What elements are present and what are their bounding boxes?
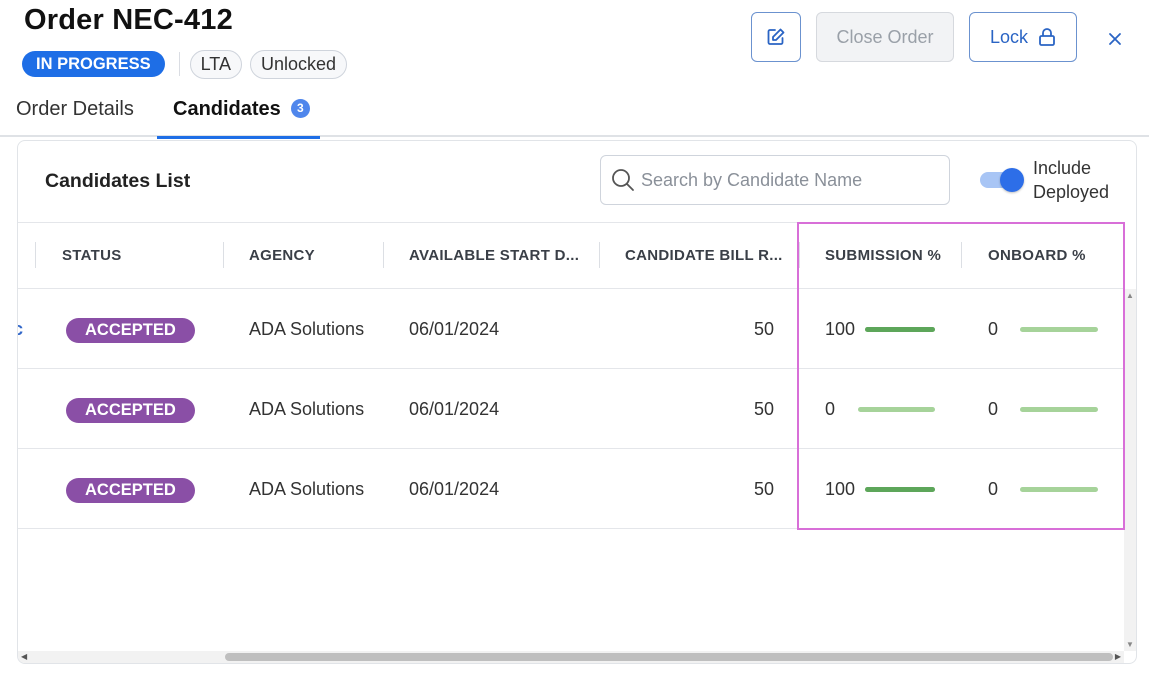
search-box[interactable] (600, 155, 950, 205)
submission-progress-bar (858, 407, 935, 412)
close-order-button[interactable]: Close Order (816, 12, 954, 62)
page-title: Order NEC-412 (24, 4, 233, 36)
onboard-value: 0 (988, 479, 999, 499)
candidate-name-link[interactable]: tuc (18, 289, 23, 369)
search-icon (612, 169, 634, 191)
lock-button[interactable]: Lock (969, 12, 1077, 62)
onboard-progress-bar (1020, 487, 1098, 492)
table-row[interactable]: tuc ACCEPTED ADA Solutions 06/01/2024 50… (18, 289, 1124, 369)
toggle-knob (1000, 168, 1024, 192)
tab-order-details[interactable]: Order Details (16, 98, 134, 121)
candidates-count-badge: 3 (290, 99, 310, 118)
submission-progress-fill (865, 487, 935, 492)
column-separator (223, 242, 224, 268)
status-cell: ACCEPTED (66, 449, 195, 529)
close-icon (1109, 33, 1121, 45)
column-separator (35, 242, 36, 268)
edit-icon (767, 28, 785, 45)
type-chip: LTA (189, 49, 242, 79)
bill-rate-cell: 50 (753, 399, 774, 419)
start-date-cell: 06/01/2024 (409, 399, 500, 419)
onboard-value: 0 (988, 399, 999, 419)
start-date-cell: 06/01/2024 (409, 319, 500, 339)
submission-progress-bar (865, 327, 935, 332)
agency-cell: ADA Solutions (249, 479, 365, 499)
order-badges: IN PROGRESS LTA Unlocked (22, 49, 355, 79)
close-button[interactable] (1102, 26, 1128, 52)
status-badge: IN PROGRESS (22, 51, 165, 77)
scroll-left-icon[interactable]: ◀ (21, 652, 27, 661)
include-deployed-label: Include Deployed (1033, 156, 1109, 204)
column-header-status[interactable]: STATUS (62, 223, 122, 289)
column-separator (961, 242, 962, 268)
column-header-bill-rate[interactable]: CANDIDATE BILL R... (625, 223, 783, 289)
table-header: STATUS AGENCY AVAILABLE START D... CANDI… (18, 222, 1124, 289)
onboard-value: 0 (988, 319, 999, 339)
column-header-onboard[interactable]: ONBOARD % (988, 223, 1086, 289)
submission-progress-fill (865, 327, 935, 332)
status-pill: ACCEPTED (66, 397, 195, 423)
table-row[interactable]: ACCEPTED ADA Solutions 06/01/2024 50 0 0 (18, 369, 1124, 449)
bill-rate-cell: 50 (753, 319, 774, 339)
edit-button[interactable] (751, 12, 801, 62)
column-separator (799, 242, 800, 268)
status-cell: ACCEPTED (66, 369, 195, 449)
column-header-start-date[interactable]: AVAILABLE START D... (409, 223, 579, 289)
toggle-label-line-1: Include (1033, 158, 1092, 178)
agency-cell: ADA Solutions (249, 399, 365, 419)
lock-icon (1039, 28, 1055, 46)
column-separator (383, 242, 384, 268)
column-header-agency[interactable]: AGENCY (249, 223, 315, 289)
bill-rate-cell: 50 (753, 479, 774, 499)
scroll-down-icon[interactable]: ▼ (1126, 640, 1134, 649)
submission-value: 100 (825, 319, 856, 339)
status-pill: ACCEPTED (66, 477, 195, 503)
horizontal-scrollbar[interactable]: ◀ ▶ (18, 651, 1124, 663)
divider (178, 52, 180, 76)
status-pill: ACCEPTED (66, 317, 195, 343)
toggle-label-line-2: Deployed (1033, 182, 1110, 202)
horizontal-scroll-thumb[interactable] (225, 653, 1113, 661)
scroll-up-icon[interactable]: ▲ (1126, 291, 1134, 300)
submission-progress-bar (865, 487, 935, 492)
candidates-list-title: Candidates List (45, 170, 191, 192)
tab-candidates-label: Candidates (173, 98, 281, 120)
lock-button-label: Lock (989, 26, 1029, 47)
start-date-cell: 06/01/2024 (409, 479, 500, 499)
tab-bar: Order Details Candidates 3 (0, 94, 1149, 139)
submission-value: 100 (825, 479, 856, 499)
status-cell: ACCEPTED (66, 289, 195, 369)
column-separator (599, 242, 600, 268)
onboard-progress-bar (1020, 327, 1098, 332)
onboard-progress-bar (1020, 407, 1098, 412)
vertical-scrollbar[interactable]: ▲ ▼ (1124, 289, 1136, 651)
submission-value: 0 (825, 399, 836, 419)
tab-candidates[interactable]: Candidates 3 (157, 98, 320, 139)
table-row[interactable]: ACCEPTED ADA Solutions 06/01/2024 50 100… (18, 449, 1124, 529)
scroll-right-icon[interactable]: ▶ (1115, 652, 1121, 661)
lock-state-chip: Unlocked (249, 49, 347, 79)
candidates-card: Candidates List Include Deployed STATUS … (17, 140, 1137, 664)
agency-cell: ADA Solutions (249, 319, 365, 339)
column-header-submission[interactable]: SUBMISSION % (825, 223, 941, 289)
search-input[interactable] (641, 169, 941, 191)
include-deployed-toggle[interactable] (980, 168, 1024, 192)
